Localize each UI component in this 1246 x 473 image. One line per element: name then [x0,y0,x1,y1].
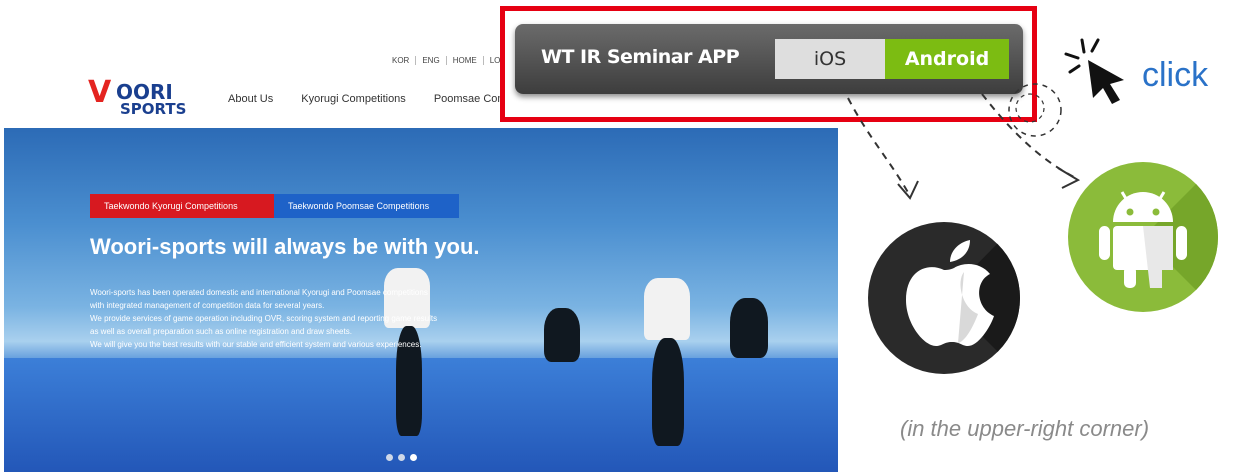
arrowhead-apple [897,180,919,200]
apple-icon [868,222,1020,374]
click-circle-inner [1015,93,1045,123]
cursor-icon [1064,38,1124,104]
click-circle [1008,83,1062,137]
arrow-to-apple [847,97,911,197]
click-label: click [1142,56,1209,94]
android-icon [1068,162,1218,312]
location-note: (in the upper-right corner) [900,416,1150,441]
